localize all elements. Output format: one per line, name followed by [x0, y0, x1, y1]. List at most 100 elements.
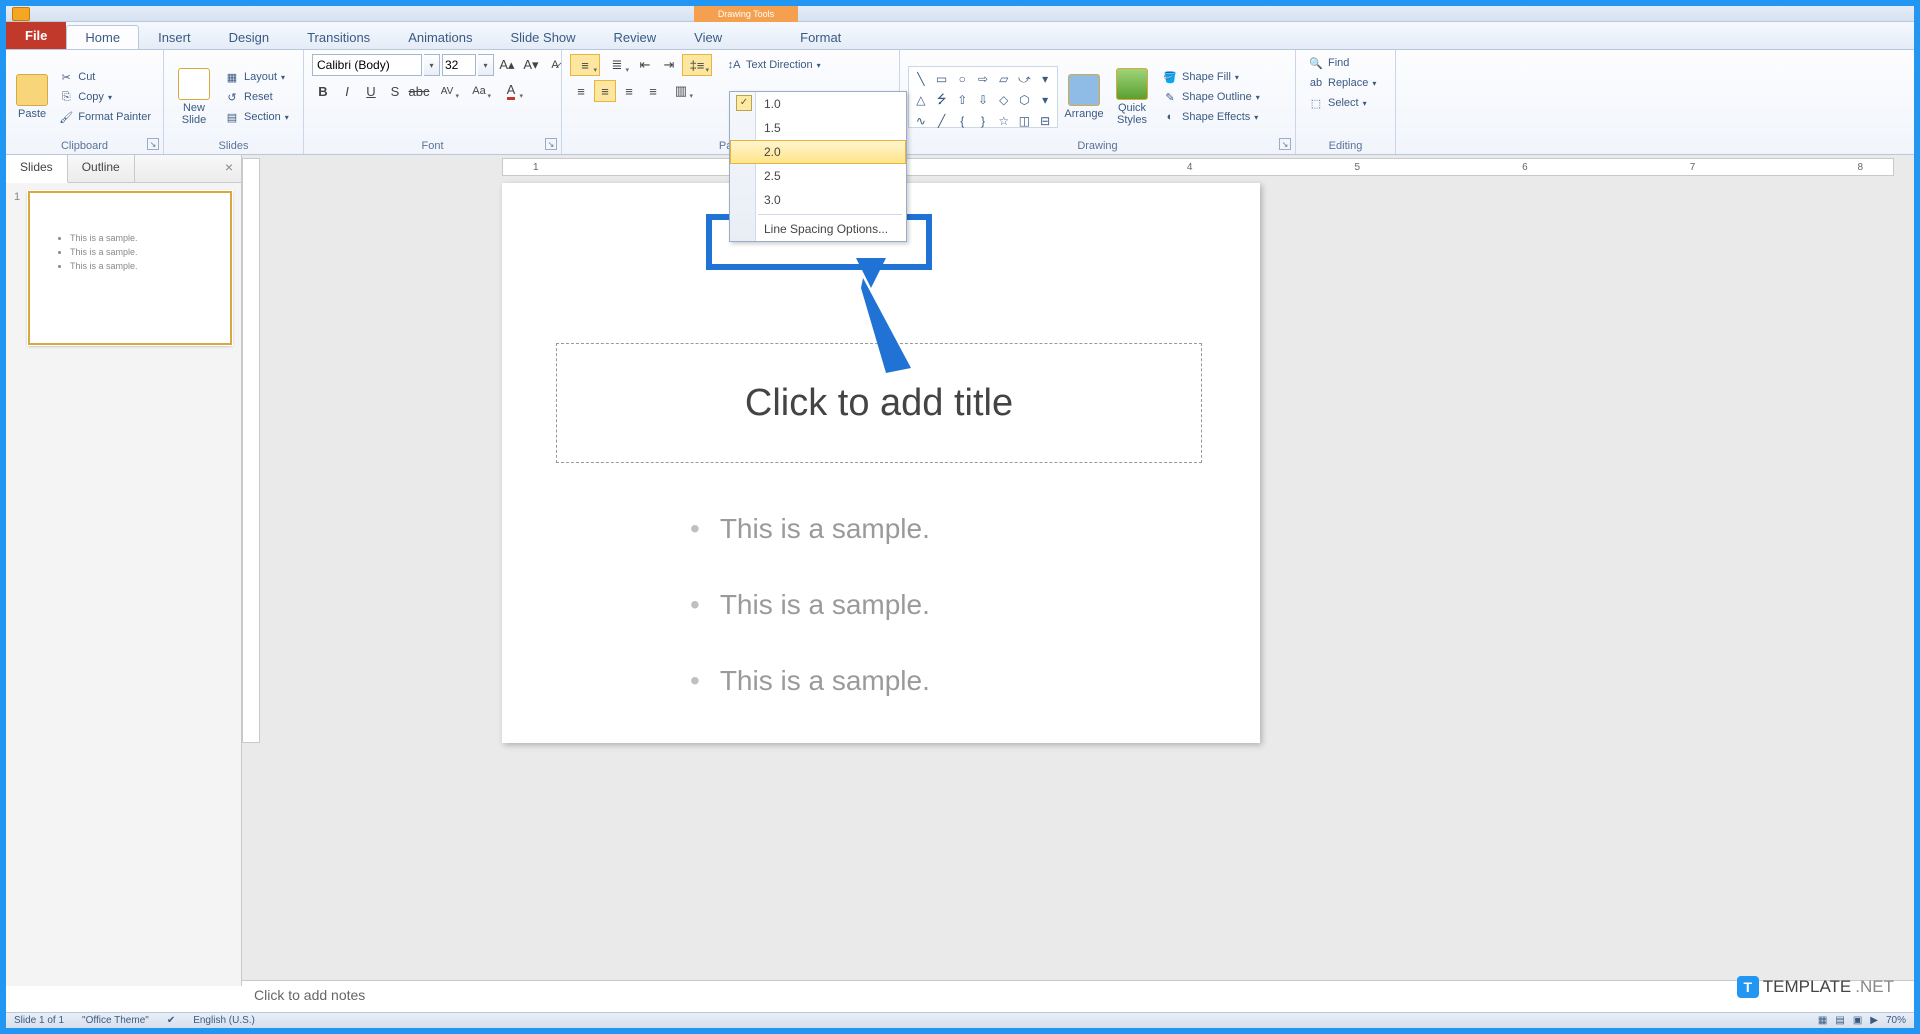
shape-fill-button[interactable]: 🪣Shape Fill▾ — [1158, 68, 1264, 86]
slide-thumbnail-1[interactable]: This is a sample. This is a sample. This… — [28, 191, 232, 345]
shapes-expand-icon[interactable]: ⊟ — [1035, 111, 1055, 131]
tab-format[interactable]: Format — [781, 25, 860, 49]
zoom-level[interactable]: 70% — [1886, 1015, 1906, 1026]
font-color-button[interactable]: A — [496, 80, 526, 102]
view-normal-button[interactable]: ▦ — [1818, 1015, 1827, 1026]
line-spacing-1-0[interactable]: 1.0 — [730, 92, 906, 116]
replace-button[interactable]: abReplace▾ — [1304, 74, 1380, 92]
italic-button[interactable]: I — [336, 80, 358, 102]
notes-pane[interactable]: Click to add notes — [242, 980, 1914, 1012]
shape-line2-icon[interactable]: ╱ — [932, 111, 952, 131]
align-left-button[interactable]: ≡ — [570, 80, 592, 102]
font-size-dropdown-arrow[interactable]: ▾ — [478, 54, 494, 76]
arrange-button[interactable]: Arrange — [1062, 72, 1106, 122]
shapes-gallery[interactable]: ╲▭○⇨▱⤻▾ △⭍⇧⇩◇⬡▾ ∿╱{}☆◫⊟ — [908, 66, 1058, 128]
line-spacing-3-0[interactable]: 3.0 — [730, 188, 906, 212]
vertical-ruler[interactable] — [242, 158, 260, 743]
justify-button[interactable]: ≡ — [642, 80, 664, 102]
shape-rect2-icon[interactable]: ▱ — [994, 69, 1014, 89]
view-sorter-button[interactable]: ▤ — [1835, 1015, 1844, 1026]
font-size-select[interactable] — [442, 54, 476, 76]
line-spacing-2-0[interactable]: 2.0 — [730, 140, 906, 164]
shape-callout-icon[interactable]: ◫ — [1015, 111, 1035, 131]
reset-button[interactable]: ↺Reset — [220, 88, 293, 106]
tab-design[interactable]: Design — [210, 25, 288, 49]
section-button[interactable]: ▤Section▾ — [220, 108, 293, 126]
shape-effects-button[interactable]: ◐Shape Effects▾ — [1158, 108, 1264, 126]
shape-oval-icon[interactable]: ○ — [952, 69, 972, 89]
horizontal-ruler[interactable]: 1 4 5 6 7 8 — [502, 158, 1894, 176]
text-direction-button[interactable]: ↕AText Direction▾ — [722, 56, 825, 74]
shapes-more-icon[interactable]: ▾ — [1035, 69, 1055, 89]
shape-connector-icon[interactable]: ⤻ — [1015, 69, 1035, 89]
quick-styles-button[interactable]: Quick Styles — [1110, 66, 1154, 128]
shapes-scroll-icon[interactable]: ▾ — [1035, 90, 1055, 110]
tab-transitions[interactable]: Transitions — [288, 25, 389, 49]
shape-line-icon[interactable]: ╲ — [911, 69, 931, 89]
bullet-item[interactable]: This is a sample. — [690, 665, 1190, 697]
content-placeholder[interactable]: This is a sample. This is a sample. This… — [690, 513, 1190, 741]
new-slide-button[interactable]: New Slide — [172, 66, 216, 128]
tab-review[interactable]: Review — [595, 25, 676, 49]
bullet-item[interactable]: This is a sample. — [690, 513, 1190, 545]
change-case-button[interactable]: Aa — [464, 80, 494, 102]
shape-brace-icon[interactable]: { — [952, 111, 972, 131]
underline-button[interactable]: U — [360, 80, 382, 102]
find-button[interactable]: 🔍Find — [1304, 54, 1353, 72]
panel-close-button[interactable]: × — [217, 155, 241, 182]
align-center-button[interactable]: ≡ — [594, 80, 616, 102]
shape-lightning-icon[interactable]: ⭍ — [932, 90, 952, 110]
line-spacing-options[interactable]: Line Spacing Options... — [730, 217, 906, 241]
shape-tri-icon[interactable]: △ — [911, 90, 931, 110]
character-spacing-button[interactable]: AV — [432, 80, 462, 102]
view-reading-button[interactable]: ▣ — [1853, 1015, 1862, 1026]
tab-view[interactable]: View — [675, 25, 741, 49]
thumbnail-area[interactable]: 1 This is a sample. This is a sample. Th… — [6, 183, 241, 986]
shape-arrow3-icon[interactable]: ⇩ — [973, 90, 993, 110]
status-spellcheck-icon[interactable]: ✔ — [167, 1015, 175, 1026]
status-language[interactable]: English (U.S.) — [193, 1015, 255, 1026]
shape-diamond-icon[interactable]: ◇ — [994, 90, 1014, 110]
tab-file[interactable]: File — [6, 21, 66, 49]
grow-font-button[interactable]: A▴ — [496, 54, 518, 76]
tab-slideshow[interactable]: Slide Show — [492, 25, 595, 49]
drawing-dialog-launcher[interactable]: ↘ — [1279, 138, 1291, 150]
layout-button[interactable]: ▦Layout▾ — [220, 68, 293, 86]
shape-arrow2-icon[interactable]: ⇧ — [952, 90, 972, 110]
tab-home[interactable]: Home — [66, 25, 139, 49]
shape-rect-icon[interactable]: ▭ — [932, 69, 952, 89]
select-button[interactable]: ⬚Select▾ — [1304, 94, 1371, 112]
align-right-button[interactable]: ≡ — [618, 80, 640, 102]
format-painter-button[interactable]: 🖌Format Painter — [54, 108, 155, 126]
shape-arrow-icon[interactable]: ⇨ — [973, 69, 993, 89]
bullets-button[interactable]: ≡ — [570, 54, 600, 76]
shape-hex-icon[interactable]: ⬡ — [1015, 90, 1035, 110]
line-spacing-button[interactable]: ‡≡ — [682, 54, 712, 76]
panel-tab-slides[interactable]: Slides — [6, 155, 68, 183]
numbering-button[interactable]: ≣ — [602, 54, 632, 76]
cut-button[interactable]: ✂Cut — [54, 68, 155, 86]
shape-star-icon[interactable]: ☆ — [994, 111, 1014, 131]
shape-outline-button[interactable]: ✎Shape Outline▾ — [1158, 88, 1264, 106]
shape-curve-icon[interactable]: ∿ — [911, 111, 931, 131]
increase-indent-button[interactable]: ⇥ — [658, 54, 680, 76]
shape-brace2-icon[interactable]: } — [973, 111, 993, 131]
tab-insert[interactable]: Insert — [139, 25, 210, 49]
strikethrough-button[interactable]: abc — [408, 80, 430, 102]
clipboard-dialog-launcher[interactable]: ↘ — [147, 138, 159, 150]
line-spacing-2-5[interactable]: 2.5 — [730, 164, 906, 188]
font-name-dropdown-arrow[interactable]: ▾ — [424, 54, 440, 76]
shrink-font-button[interactable]: A▾ — [520, 54, 542, 76]
paste-button[interactable]: Paste — [14, 72, 50, 122]
font-dialog-launcher[interactable]: ↘ — [545, 138, 557, 150]
columns-button[interactable]: ▥ — [666, 80, 696, 102]
title-placeholder[interactable]: Click to add title — [556, 343, 1202, 463]
bold-button[interactable]: B — [312, 80, 334, 102]
copy-button[interactable]: ⎘Copy▾ — [54, 88, 155, 106]
view-slideshow-button[interactable]: ▶ — [1870, 1015, 1878, 1026]
decrease-indent-button[interactable]: ⇤ — [634, 54, 656, 76]
shadow-button[interactable]: S — [384, 80, 406, 102]
line-spacing-1-5[interactable]: 1.5 — [730, 116, 906, 140]
tab-animations[interactable]: Animations — [389, 25, 491, 49]
font-name-select[interactable] — [312, 54, 422, 76]
